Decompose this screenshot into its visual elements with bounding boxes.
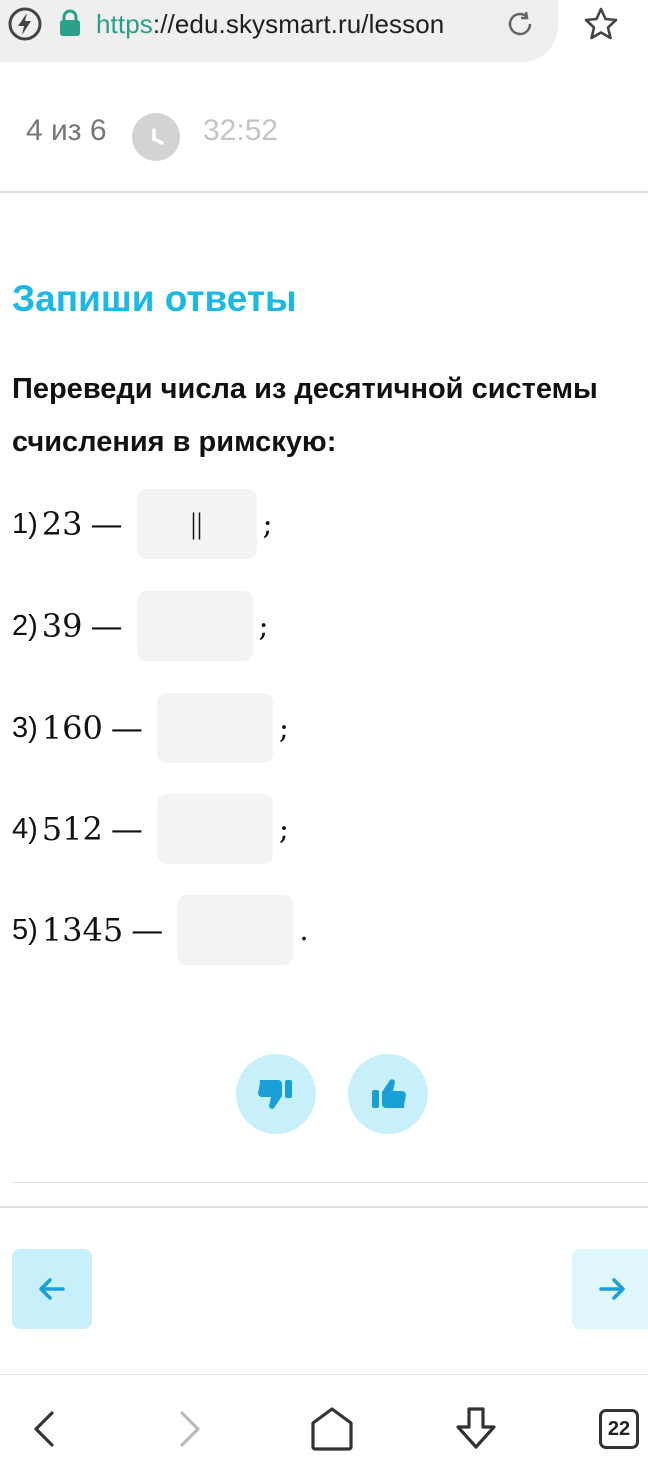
arrow-right-icon bbox=[599, 1278, 625, 1300]
lightning-icon[interactable] bbox=[8, 7, 42, 41]
item-label: 5) bbox=[12, 913, 38, 946]
back-icon[interactable] bbox=[20, 1403, 72, 1455]
answer-input-1[interactable] bbox=[136, 489, 257, 559]
item-punct: ; bbox=[278, 811, 289, 847]
item-dash: — bbox=[110, 709, 143, 747]
url-scheme: https bbox=[96, 9, 153, 39]
previous-button[interactable] bbox=[12, 1249, 92, 1329]
answer-row-2: 2) 39 — ; bbox=[12, 590, 269, 662]
answer-row-4: 4) 512 — ; bbox=[12, 793, 289, 865]
thumbs-down-icon bbox=[258, 1080, 292, 1109]
tabs-button[interactable]: 22 bbox=[599, 1409, 639, 1449]
item-number: 23 bbox=[41, 505, 83, 543]
clock-icon bbox=[132, 113, 180, 161]
item-number: 160 bbox=[41, 709, 103, 747]
item-punct: ; bbox=[258, 608, 269, 644]
thumbs-up-icon bbox=[372, 1079, 406, 1108]
lock-icon[interactable] bbox=[58, 8, 82, 38]
item-label: 4) bbox=[12, 812, 38, 845]
divider bbox=[12, 1182, 648, 1183]
answer-row-5: 5) 1345 — . bbox=[12, 894, 309, 966]
divider bbox=[0, 191, 648, 193]
next-button[interactable] bbox=[572, 1249, 648, 1329]
task-instruction: Переведи числа из десятичной системы счи… bbox=[12, 373, 598, 458]
item-label: 3) bbox=[12, 711, 38, 744]
item-dash: — bbox=[90, 607, 123, 645]
item-punct: . bbox=[299, 912, 309, 948]
answer-input-4[interactable] bbox=[156, 794, 273, 864]
answer-input-2[interactable] bbox=[136, 591, 253, 661]
home-icon[interactable] bbox=[306, 1403, 358, 1455]
item-number: 1345 bbox=[41, 911, 124, 949]
download-icon[interactable] bbox=[450, 1403, 502, 1455]
item-number: 39 bbox=[41, 607, 83, 645]
star-icon[interactable] bbox=[582, 5, 620, 43]
divider bbox=[0, 1206, 648, 1208]
forward-icon[interactable] bbox=[162, 1403, 214, 1455]
reload-icon[interactable] bbox=[505, 9, 535, 39]
arrow-left-icon bbox=[39, 1278, 65, 1300]
dislike-button[interactable] bbox=[236, 1054, 316, 1134]
question-counter: 4 из 6 bbox=[26, 114, 107, 147]
task-title: Запиши ответы bbox=[12, 278, 297, 319]
like-button[interactable] bbox=[348, 1054, 428, 1134]
url-text[interactable]: https://edu.skysmart.ru/lesson bbox=[96, 9, 478, 40]
item-dash: — bbox=[131, 911, 164, 949]
answer-input-5[interactable] bbox=[177, 895, 294, 965]
answer-row-1: 1) 23 — ; bbox=[12, 488, 273, 560]
timer: 32:52 bbox=[203, 114, 279, 147]
item-dash: — bbox=[90, 505, 123, 543]
answer-row-3: 3) 160 — ; bbox=[12, 692, 289, 764]
answer-input-3[interactable] bbox=[156, 693, 273, 763]
item-label: 1) bbox=[12, 507, 38, 540]
url-path: ://edu.skysmart.ru/lesson bbox=[152, 9, 445, 39]
address-bar-content: https://edu.skysmart.ru/lesson bbox=[0, 0, 560, 48]
item-number: 512 bbox=[41, 810, 103, 848]
item-punct: ; bbox=[278, 710, 289, 746]
item-dash: — bbox=[110, 810, 143, 848]
item-punct: ; bbox=[262, 506, 273, 542]
item-label: 2) bbox=[12, 609, 38, 642]
browser-toolbar: 22 bbox=[0, 1374, 648, 1477]
